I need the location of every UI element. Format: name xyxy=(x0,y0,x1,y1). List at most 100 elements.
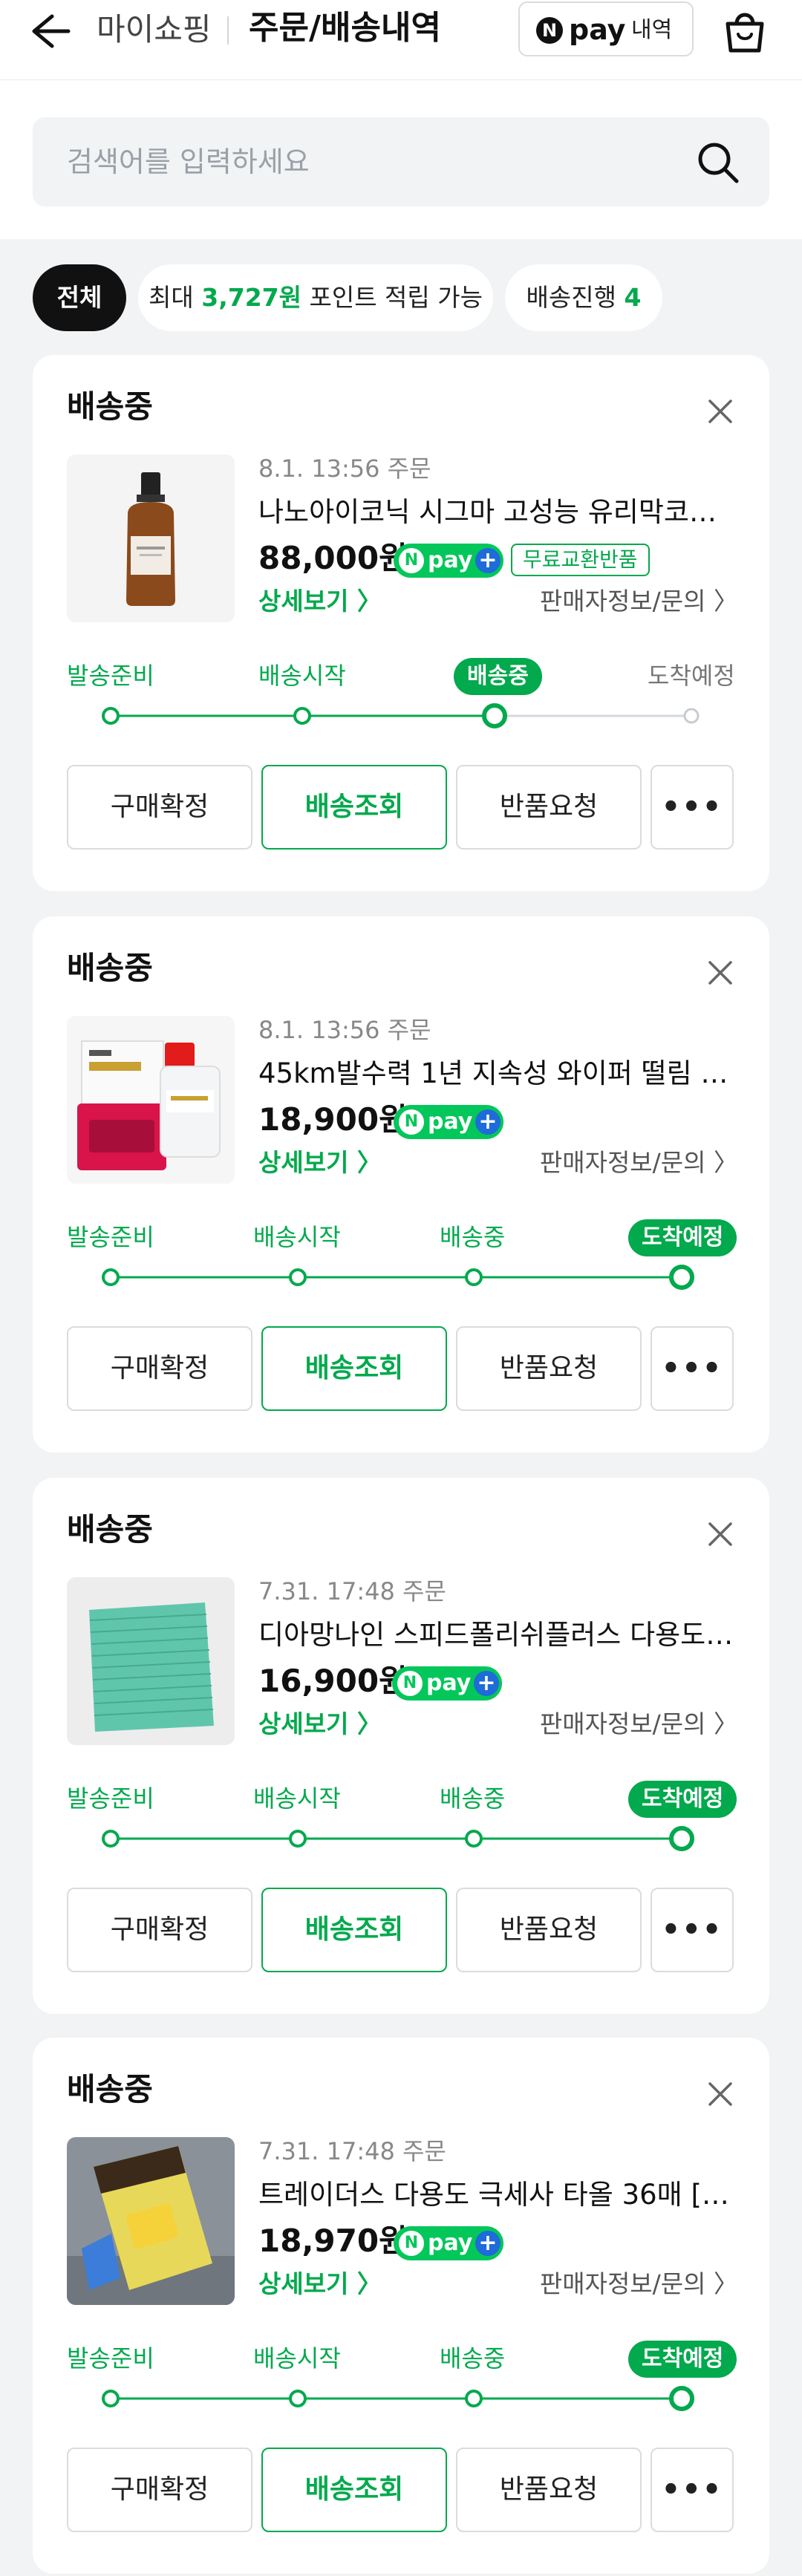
track-delivery-button[interactable]: 배송조회 xyxy=(261,1326,447,1411)
step-label-shipping: 배송중 xyxy=(440,2344,506,2373)
product-price: 18,970원 xyxy=(258,2223,408,2259)
product-name[interactable]: 45km발수력 1년 지속성 와이퍼 떨림 모두 잡는 유리발수코팅제 xyxy=(258,1054,738,1093)
filter-chip-points[interactable]: 최대 3,727원 포인트 적립 가능 xyxy=(138,264,493,331)
step-dot-start xyxy=(289,2390,307,2407)
search-input[interactable]: 검색어를 입력하세요 xyxy=(33,117,769,206)
close-icon[interactable] xyxy=(701,953,740,992)
confirm-purchase-button[interactable]: 구매확정 xyxy=(67,2448,252,2532)
npay-pay-text: pay xyxy=(426,1670,472,1696)
npay-n-icon: N xyxy=(399,1109,424,1135)
towel-pack-image xyxy=(67,2137,235,2305)
product-thumbnail[interactable] xyxy=(67,1016,235,1184)
detail-link[interactable]: 상세보기 〉 xyxy=(258,584,382,619)
more-options-button[interactable]: ••• xyxy=(651,1888,734,1972)
seller-info-link[interactable]: 판매자정보/문의 〉 xyxy=(540,1145,738,1181)
npay-plus-badge: N pay + xyxy=(392,1666,502,1701)
close-icon[interactable] xyxy=(701,392,740,431)
step-dot-prepare xyxy=(102,1268,120,1286)
product-price: 18,900원 xyxy=(258,1101,408,1138)
seller-info-link[interactable]: 판매자정보/문의 〉 xyxy=(540,584,738,619)
filter-chip-shipping[interactable]: 배송진행 4 xyxy=(505,264,662,331)
return-request-button[interactable]: 반품요청 xyxy=(456,1326,642,1411)
npay-n-icon: N xyxy=(399,548,424,573)
back-arrow-icon[interactable] xyxy=(22,10,74,52)
return-request-button[interactable]: 반품요청 xyxy=(456,1888,642,1972)
confirm-purchase-button[interactable]: 구매확정 xyxy=(67,1888,252,1972)
detail-link[interactable]: 상세보기 〉 xyxy=(258,2266,382,2302)
order-date: 8.1. 13:56 주문 xyxy=(258,1016,431,1044)
more-options-button[interactable]: ••• xyxy=(651,1326,734,1411)
step-label-shipping: 배송중 xyxy=(440,1223,506,1251)
step-dot-prepare xyxy=(102,707,120,725)
npay-pay-text: pay xyxy=(569,13,626,46)
track-delivery-button[interactable]: 배송조회 xyxy=(261,1888,447,1972)
track-delivery-button[interactable]: 배송조회 xyxy=(261,765,447,850)
coating-kit-image xyxy=(67,1016,235,1184)
order-card: 배송중 8.1. 13:56 주문 45km발수력 1년 지속성 와이퍼 떨림 … xyxy=(33,916,769,1452)
step-label-shipping: 배송중 xyxy=(440,1784,506,1813)
product-thumbnail[interactable] xyxy=(67,2137,235,2305)
seller-info-link[interactable]: 판매자정보/문의 〉 xyxy=(540,2266,738,2302)
npay-logo-icon: N xyxy=(536,17,563,44)
npay-plus-badge: N pay + xyxy=(394,1105,503,1139)
plus-icon: + xyxy=(475,2231,501,2256)
close-icon[interactable] xyxy=(701,1515,740,1553)
confirm-purchase-button[interactable]: 구매확정 xyxy=(67,765,252,850)
track-delivery-button[interactable]: 배송조회 xyxy=(261,2448,447,2532)
detail-link[interactable]: 상세보기 〉 xyxy=(258,1706,382,1742)
step-dot-start xyxy=(289,1830,307,1848)
step-dot-current xyxy=(669,1265,694,1290)
product-name[interactable]: 트레이더스 다용도 극세사 타올 36매 [트레이더스] xyxy=(258,2176,738,2214)
step-dot-prepare xyxy=(102,1830,120,1848)
npay-pay-text: pay xyxy=(428,547,473,573)
more-options-button[interactable]: ••• xyxy=(651,2448,734,2532)
npay-n-icon: N xyxy=(399,2231,424,2256)
step-dot-current xyxy=(482,703,507,728)
breadcrumb-divider xyxy=(227,16,229,45)
step-dot-current xyxy=(669,1826,694,1851)
shipping-progress-track xyxy=(102,703,700,728)
step-dot-current xyxy=(669,2386,694,2411)
shipping-progress-track xyxy=(102,1826,694,1851)
towel-stack-image xyxy=(67,1577,235,1745)
more-options-button[interactable]: ••• xyxy=(651,765,734,850)
step-label-prepare: 발송준비 xyxy=(67,1223,154,1251)
step-label-start: 배송시작 xyxy=(253,1223,341,1251)
step-dot-shipping xyxy=(465,2390,483,2407)
seller-info-link[interactable]: 판매자정보/문의 〉 xyxy=(540,1706,738,1742)
order-status: 배송중 xyxy=(67,1511,153,1548)
npay-history-button[interactable]: N pay 내역 xyxy=(518,1,694,56)
return-request-button[interactable]: 반품요청 xyxy=(456,2448,642,2532)
step-dot-prepare xyxy=(102,2390,120,2407)
order-status: 배송중 xyxy=(67,950,153,986)
points-suffix: 포인트 적립 가능 xyxy=(309,283,483,312)
product-thumbnail[interactable] xyxy=(67,454,235,622)
shopping-bag-icon[interactable] xyxy=(719,4,771,56)
step-label-prepare: 발송준비 xyxy=(67,662,154,690)
order-date: 7.31. 17:48 주문 xyxy=(258,1577,446,1605)
search-icon[interactable] xyxy=(692,137,744,189)
confirm-purchase-button[interactable]: 구매확정 xyxy=(67,1326,252,1411)
breadcrumb-my-shopping[interactable]: 마이쇼핑 xyxy=(97,7,212,52)
search-placeholder: 검색어를 입력하세요 xyxy=(67,146,310,178)
product-thumbnail[interactable] xyxy=(67,1577,235,1745)
product-name[interactable]: 나노아이코닉 시그마 고성능 유리막코팅제 500ml xyxy=(258,493,738,532)
shipping-progress-track xyxy=(102,2386,694,2411)
detail-link[interactable]: 상세보기 〉 xyxy=(258,1145,382,1181)
return-request-button[interactable]: 반품요청 xyxy=(456,765,642,850)
filter-chip-all[interactable]: 전체 xyxy=(33,264,126,331)
npay-pay-text: pay xyxy=(428,2230,473,2256)
step-dot-shipping xyxy=(465,1830,483,1848)
product-name[interactable]: 디아망나인 스피드폴리쉬플러스 다용도타월 세트 xyxy=(258,1616,738,1654)
plus-icon: + xyxy=(474,1671,499,1696)
free-return-tag: 무료교환반품 xyxy=(511,544,650,576)
step-label-start: 배송시작 xyxy=(258,662,346,690)
step-label-current: 도착예정 xyxy=(628,1219,737,1256)
close-icon[interactable] xyxy=(701,2075,740,2113)
step-dot-arrival xyxy=(683,708,700,724)
order-card: 배송중 7.31. 17:48 주문 트레이더스 다용도 극세사 타올 36매 … xyxy=(33,2038,769,2574)
step-label-current: 도착예정 xyxy=(628,1781,737,1818)
search-section: 검색어를 입력하세요 xyxy=(0,80,802,239)
npay-plus-badge: N pay + xyxy=(394,544,503,578)
step-label-arrival: 도착예정 xyxy=(648,662,735,690)
